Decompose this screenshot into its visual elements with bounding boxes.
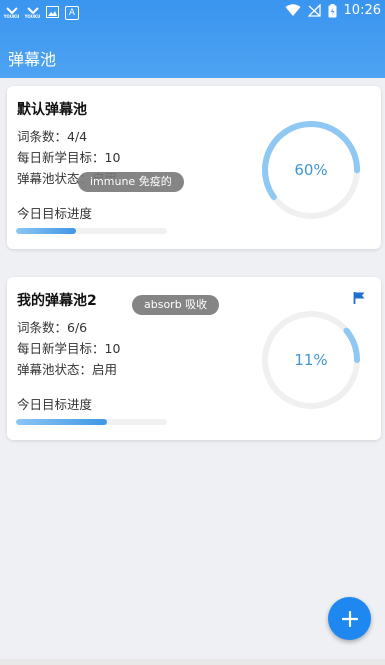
youku-icon: YOUKU xyxy=(25,5,40,20)
word-count-text: 词条数：4/4 xyxy=(17,129,88,144)
plus-icon xyxy=(341,610,358,627)
wifi-icon xyxy=(285,4,301,16)
youku-icon: YOUKU xyxy=(4,5,19,20)
word-count-text: 词条数：6/6 xyxy=(17,320,88,335)
progress-bar xyxy=(16,419,167,425)
card-title: 我的弹幕池2 xyxy=(17,293,97,309)
flag-icon[interactable] xyxy=(353,291,366,305)
page-title: 弹幕池 xyxy=(8,50,57,69)
status-bar: YOUKU YOUKU A 10:26 xyxy=(0,0,385,24)
progress-bar-fill xyxy=(16,419,107,425)
daily-goal-text: 每日新学目标：10 xyxy=(17,150,121,165)
a-app-icon: A xyxy=(65,5,79,20)
no-signal-icon xyxy=(307,4,321,17)
add-pool-button[interactable] xyxy=(328,597,371,640)
danmaku-toast: absorb 吸收 xyxy=(132,295,220,315)
progress-ring: 11% xyxy=(262,311,360,409)
danmaku-pool-card-default[interactable]: 默认弹幕池 词条数：4/4 每日新学目标：10 弹幕池状态：启用 今日目标进度 … xyxy=(7,86,381,249)
status-bar-left: YOUKU YOUKU A xyxy=(4,3,79,22)
progress-percent-text: 11% xyxy=(294,351,327,369)
daily-goal-text: 每日新学目标：10 xyxy=(17,341,121,356)
pool-status-text: 弹幕池状态：启用 xyxy=(17,362,118,377)
navigation-bar xyxy=(0,659,385,665)
battery-icon xyxy=(328,3,337,17)
progress-bar xyxy=(16,228,167,234)
danmaku-toast: immune 免疫的 xyxy=(78,172,184,192)
status-time: 10:26 xyxy=(343,3,381,18)
image-icon xyxy=(46,3,59,22)
progress-bar-fill xyxy=(16,228,77,234)
progress-label: 今日目标进度 xyxy=(17,397,93,412)
progress-label: 今日目标进度 xyxy=(17,206,93,221)
card-title: 默认弹幕池 xyxy=(17,102,87,118)
app-header: YOUKU YOUKU A 10:26 弹幕池 xyxy=(0,0,385,78)
status-bar-right: 10:26 xyxy=(285,3,381,18)
progress-ring: 60% xyxy=(262,121,360,219)
progress-percent-text: 60% xyxy=(294,161,327,179)
